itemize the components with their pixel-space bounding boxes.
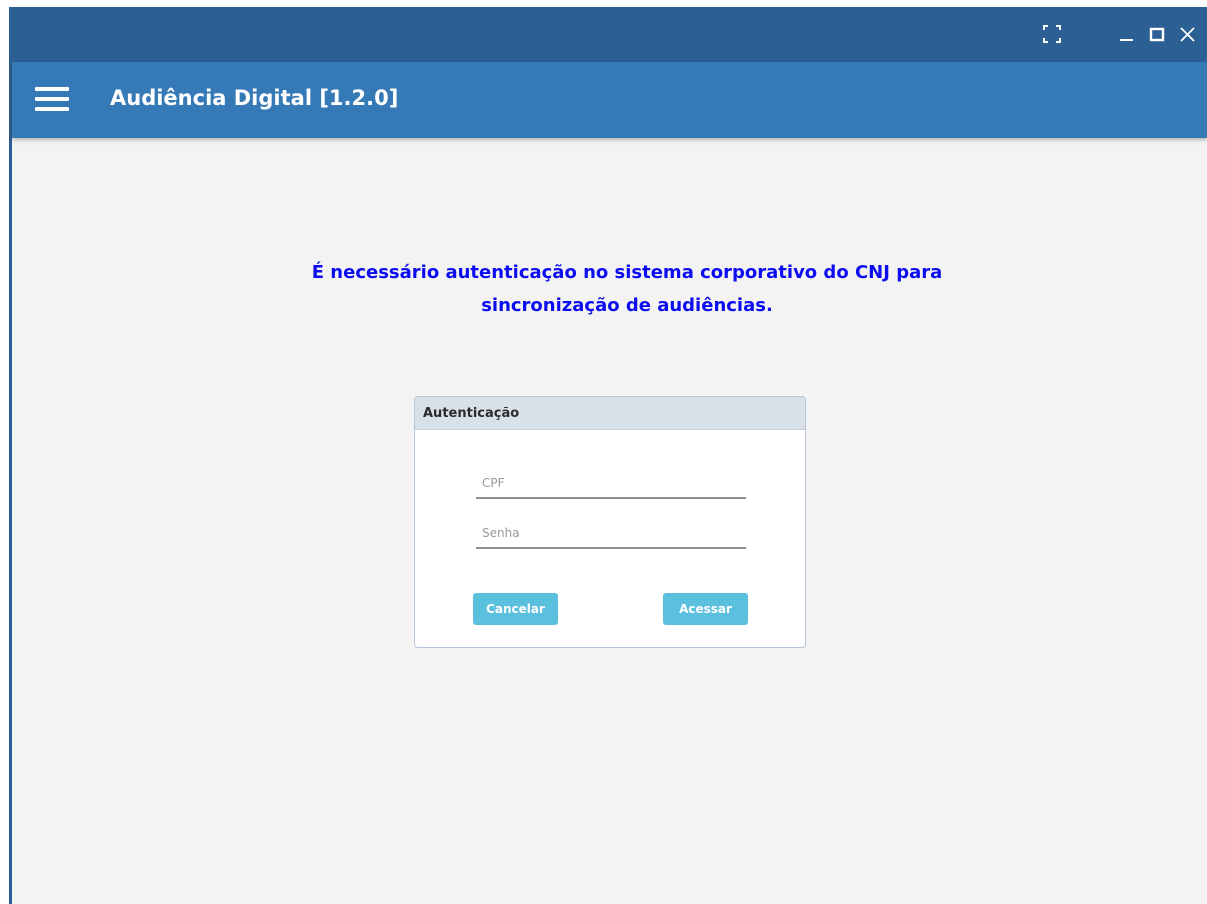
message-line-2: sincronização de audiências. [481, 295, 773, 316]
authentication-panel-header: Autenticação [415, 397, 805, 430]
app-title: Audiência Digital [1.2.0] [110, 86, 399, 110]
hamburger-menu-icon[interactable] [35, 87, 69, 113]
window-titlebar[interactable] [12, 7, 1207, 62]
cancel-button[interactable]: Cancelar [473, 593, 558, 625]
app-header: Audiência Digital [1.2.0] [12, 62, 1207, 138]
minimize-icon[interactable] [1114, 21, 1140, 47]
fullscreen-icon[interactable] [1039, 21, 1065, 47]
submit-button[interactable]: Acessar [663, 593, 748, 625]
message-line-1: É necessário autenticação no sistema cor… [311, 262, 943, 283]
maximize-icon[interactable] [1144, 21, 1170, 47]
password-input[interactable] [476, 519, 746, 549]
authentication-required-message: É necessário autenticação no sistema cor… [12, 256, 1207, 322]
app-window: Audiência Digital [1.2.0] É necessário a… [9, 7, 1207, 904]
cpf-input[interactable] [476, 469, 746, 499]
authentication-panel: Autenticação Cancelar Acessar [414, 396, 806, 648]
close-icon[interactable] [1175, 21, 1201, 47]
